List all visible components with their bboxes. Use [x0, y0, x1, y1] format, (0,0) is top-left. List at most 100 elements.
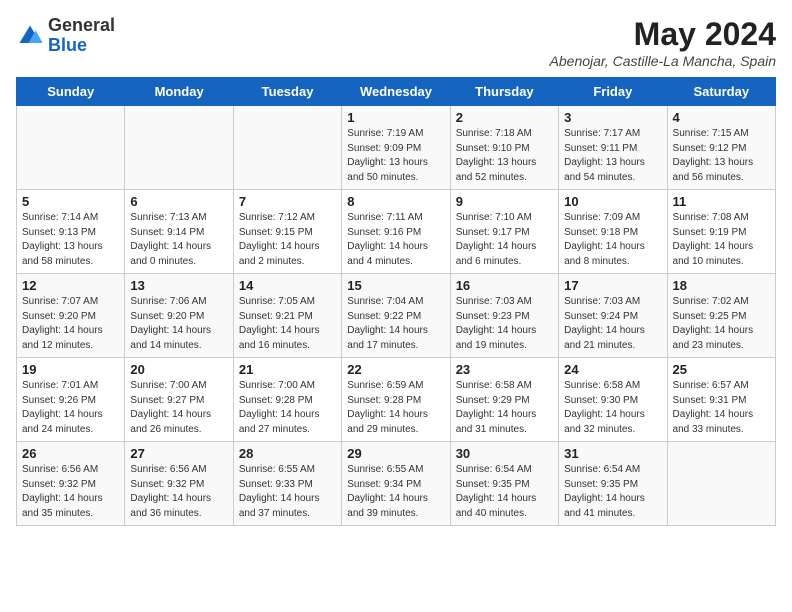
calendar-cell [233, 106, 341, 190]
day-info: Sunrise: 7:03 AM Sunset: 9:24 PM Dayligh… [564, 295, 661, 353]
calendar-cell: 4 Sunrise: 7:15 AM Sunset: 9:12 PM Daylig… [667, 106, 775, 190]
day-number: 28 [239, 446, 336, 461]
location: Abenojar, Castille-La Mancha, Spain [550, 53, 776, 69]
calendar-cell: 3Sunrise: 7:17 AM Sunset: 9:11 PM Daylig… [559, 106, 667, 190]
day-info: Sunrise: 7:01 AM Sunset: 9:26 PM Dayligh… [22, 379, 119, 437]
weekday-header-friday: Friday [559, 78, 667, 106]
calendar-cell: 12 Sunrise: 7:07 AM Sunset: 9:20 PM Dayli… [17, 274, 125, 358]
calendar-cell: 6 Sunrise: 7:13 AM Sunset: 9:14 PM Daylig… [125, 190, 233, 274]
day-number: 3 [564, 110, 661, 125]
calendar-cell: 1Sunrise: 7:19 AM Sunset: 9:09 PM Daylig… [342, 106, 450, 190]
day-info: Sunrise: 7:05 AM Sunset: 9:21 PM Dayligh… [239, 295, 336, 353]
calendar-cell: 5Sunrise: 7:14 AM Sunset: 9:13 PM Daylig… [17, 190, 125, 274]
weekday-header-monday: Monday [125, 78, 233, 106]
logo-text: General Blue [48, 16, 115, 56]
calendar-cell: 18 Sunrise: 7:02 AM Sunset: 9:25 PM Dayli… [667, 274, 775, 358]
logo-general: General [48, 15, 115, 35]
day-info: Sunrise: 6:56 AM Sunset: 9:32 PM Dayligh… [130, 463, 227, 521]
weekday-header-thursday: Thursday [450, 78, 558, 106]
calendar-cell: 26Sunrise: 6:56 AM Sunset: 9:32 PM Dayli… [17, 442, 125, 526]
day-info: Sunrise: 7:19 AM Sunset: 9:09 PM Dayligh… [347, 127, 444, 185]
day-number: 31 [564, 446, 661, 461]
weekday-header-saturday: Saturday [667, 78, 775, 106]
title-area: May 2024 Abenojar, Castille-La Mancha, S… [550, 16, 776, 69]
day-info: Sunrise: 7:00 AM Sunset: 9:28 PM Dayligh… [239, 379, 336, 437]
day-number: 10 [564, 194, 661, 209]
day-number: 16 [456, 278, 553, 293]
day-number: 5 [22, 194, 119, 209]
calendar-cell: 9 Sunrise: 7:10 AM Sunset: 9:17 PM Daylig… [450, 190, 558, 274]
day-info: Sunrise: 7:02 AM Sunset: 9:25 PM Dayligh… [673, 295, 770, 353]
calendar-header: SundayMondayTuesdayWednesdayThursdayFrid… [17, 78, 776, 106]
day-number: 13 [130, 278, 227, 293]
calendar-cell: 13 Sunrise: 7:06 AM Sunset: 9:20 PM Dayli… [125, 274, 233, 358]
day-number: 2 [456, 110, 553, 125]
day-info: Sunrise: 7:04 AM Sunset: 9:22 PM Dayligh… [347, 295, 444, 353]
day-number: 26 [22, 446, 119, 461]
day-number: 27 [130, 446, 227, 461]
calendar-cell: 17 Sunrise: 7:03 AM Sunset: 9:24 PM Dayli… [559, 274, 667, 358]
calendar-body: 1Sunrise: 7:19 AM Sunset: 9:09 PM Daylig… [17, 106, 776, 526]
calendar-cell [125, 106, 233, 190]
calendar-cell: 27 Sunrise: 6:56 AM Sunset: 9:32 PM Dayli… [125, 442, 233, 526]
calendar-cell [17, 106, 125, 190]
day-info: Sunrise: 7:03 AM Sunset: 9:23 PM Dayligh… [456, 295, 553, 353]
day-number: 17 [564, 278, 661, 293]
page-header: General Blue May 2024 Abenojar, Castille… [16, 16, 776, 69]
weekday-header-wednesday: Wednesday [342, 78, 450, 106]
day-info: Sunrise: 7:15 AM Sunset: 9:12 PM Dayligh… [673, 127, 770, 185]
weekday-header-sunday: Sunday [17, 78, 125, 106]
week-row-4: 19 Sunrise: 7:01 AM Sunset: 9:26 PM Dayli… [17, 358, 776, 442]
calendar-cell: 28Sunrise: 6:55 AM Sunset: 9:33 PM Dayli… [233, 442, 341, 526]
calendar-cell: 29Sunrise: 6:55 AM Sunset: 9:34 PM Dayli… [342, 442, 450, 526]
calendar-cell: 2 Sunrise: 7:18 AM Sunset: 9:10 PM Daylig… [450, 106, 558, 190]
day-number: 15 [347, 278, 444, 293]
day-info: Sunrise: 7:13 AM Sunset: 9:14 PM Dayligh… [130, 211, 227, 269]
week-row-2: 5Sunrise: 7:14 AM Sunset: 9:13 PM Daylig… [17, 190, 776, 274]
calendar-cell: 7 Sunrise: 7:12 AM Sunset: 9:15 PM Daylig… [233, 190, 341, 274]
calendar-cell: 15 Sunrise: 7:04 AM Sunset: 9:22 PM Dayli… [342, 274, 450, 358]
day-info: Sunrise: 7:07 AM Sunset: 9:20 PM Dayligh… [22, 295, 119, 353]
day-number: 11 [673, 194, 770, 209]
calendar-cell: 31Sunrise: 6:54 AM Sunset: 9:35 PM Dayli… [559, 442, 667, 526]
day-number: 12 [22, 278, 119, 293]
calendar-cell: 14 Sunrise: 7:05 AM Sunset: 9:21 PM Dayli… [233, 274, 341, 358]
calendar-cell: 11 Sunrise: 7:08 AM Sunset: 9:19 PM Dayli… [667, 190, 775, 274]
calendar-cell: 16 Sunrise: 7:03 AM Sunset: 9:23 PM Dayli… [450, 274, 558, 358]
day-number: 4 [673, 110, 770, 125]
week-row-3: 12 Sunrise: 7:07 AM Sunset: 9:20 PM Dayli… [17, 274, 776, 358]
calendar-cell: 19 Sunrise: 7:01 AM Sunset: 9:26 PM Dayli… [17, 358, 125, 442]
weekday-row: SundayMondayTuesdayWednesdayThursdayFrid… [17, 78, 776, 106]
day-number: 7 [239, 194, 336, 209]
day-number: 19 [22, 362, 119, 377]
day-info: Sunrise: 7:09 AM Sunset: 9:18 PM Dayligh… [564, 211, 661, 269]
week-row-5: 26 Sunrise: 6:56 AM Sunset: 9:32 PM Dayli… [17, 442, 776, 526]
calendar-cell: 8Sunrise: 7:11 AM Sunset: 9:16 PM Daylig… [342, 190, 450, 274]
logo: General Blue [16, 16, 115, 56]
calendar-cell: 23Sunrise: 6:58 AM Sunset: 9:29 PM Dayli… [450, 358, 558, 442]
day-number: 18 [673, 278, 770, 293]
day-info: Sunrise: 7:18 AM Sunset: 9:10 PM Dayligh… [456, 127, 553, 185]
calendar-cell: 30Sunrise: 6:54 AM Sunset: 9:35 PM Dayli… [450, 442, 558, 526]
calendar-cell: 20Sunrise: 7:00 AM Sunset: 9:27 PM Dayli… [125, 358, 233, 442]
day-number: 23 [456, 362, 553, 377]
day-number: 22 [347, 362, 444, 377]
day-info: Sunrise: 7:10 AM Sunset: 9:17 PM Dayligh… [456, 211, 553, 269]
day-number: 9 [456, 194, 553, 209]
calendar-cell [667, 442, 775, 526]
day-info: Sunrise: 7:08 AM Sunset: 9:19 PM Dayligh… [673, 211, 770, 269]
day-number: 8 [347, 194, 444, 209]
day-number: 25 [673, 362, 770, 377]
calendar-table: SundayMondayTuesdayWednesdayThursdayFrid… [16, 77, 776, 526]
month-year: May 2024 [550, 16, 776, 53]
day-info: Sunrise: 7:06 AM Sunset: 9:20 PM Dayligh… [130, 295, 227, 353]
day-info: Sunrise: 6:57 AM Sunset: 9:31 PM Dayligh… [673, 379, 770, 437]
day-number: 21 [239, 362, 336, 377]
day-number: 14 [239, 278, 336, 293]
logo-icon [16, 22, 44, 50]
day-number: 24 [564, 362, 661, 377]
logo-blue: Blue [48, 35, 87, 55]
day-number: 6 [130, 194, 227, 209]
day-info: Sunrise: 7:12 AM Sunset: 9:15 PM Dayligh… [239, 211, 336, 269]
week-row-1: 1Sunrise: 7:19 AM Sunset: 9:09 PM Daylig… [17, 106, 776, 190]
